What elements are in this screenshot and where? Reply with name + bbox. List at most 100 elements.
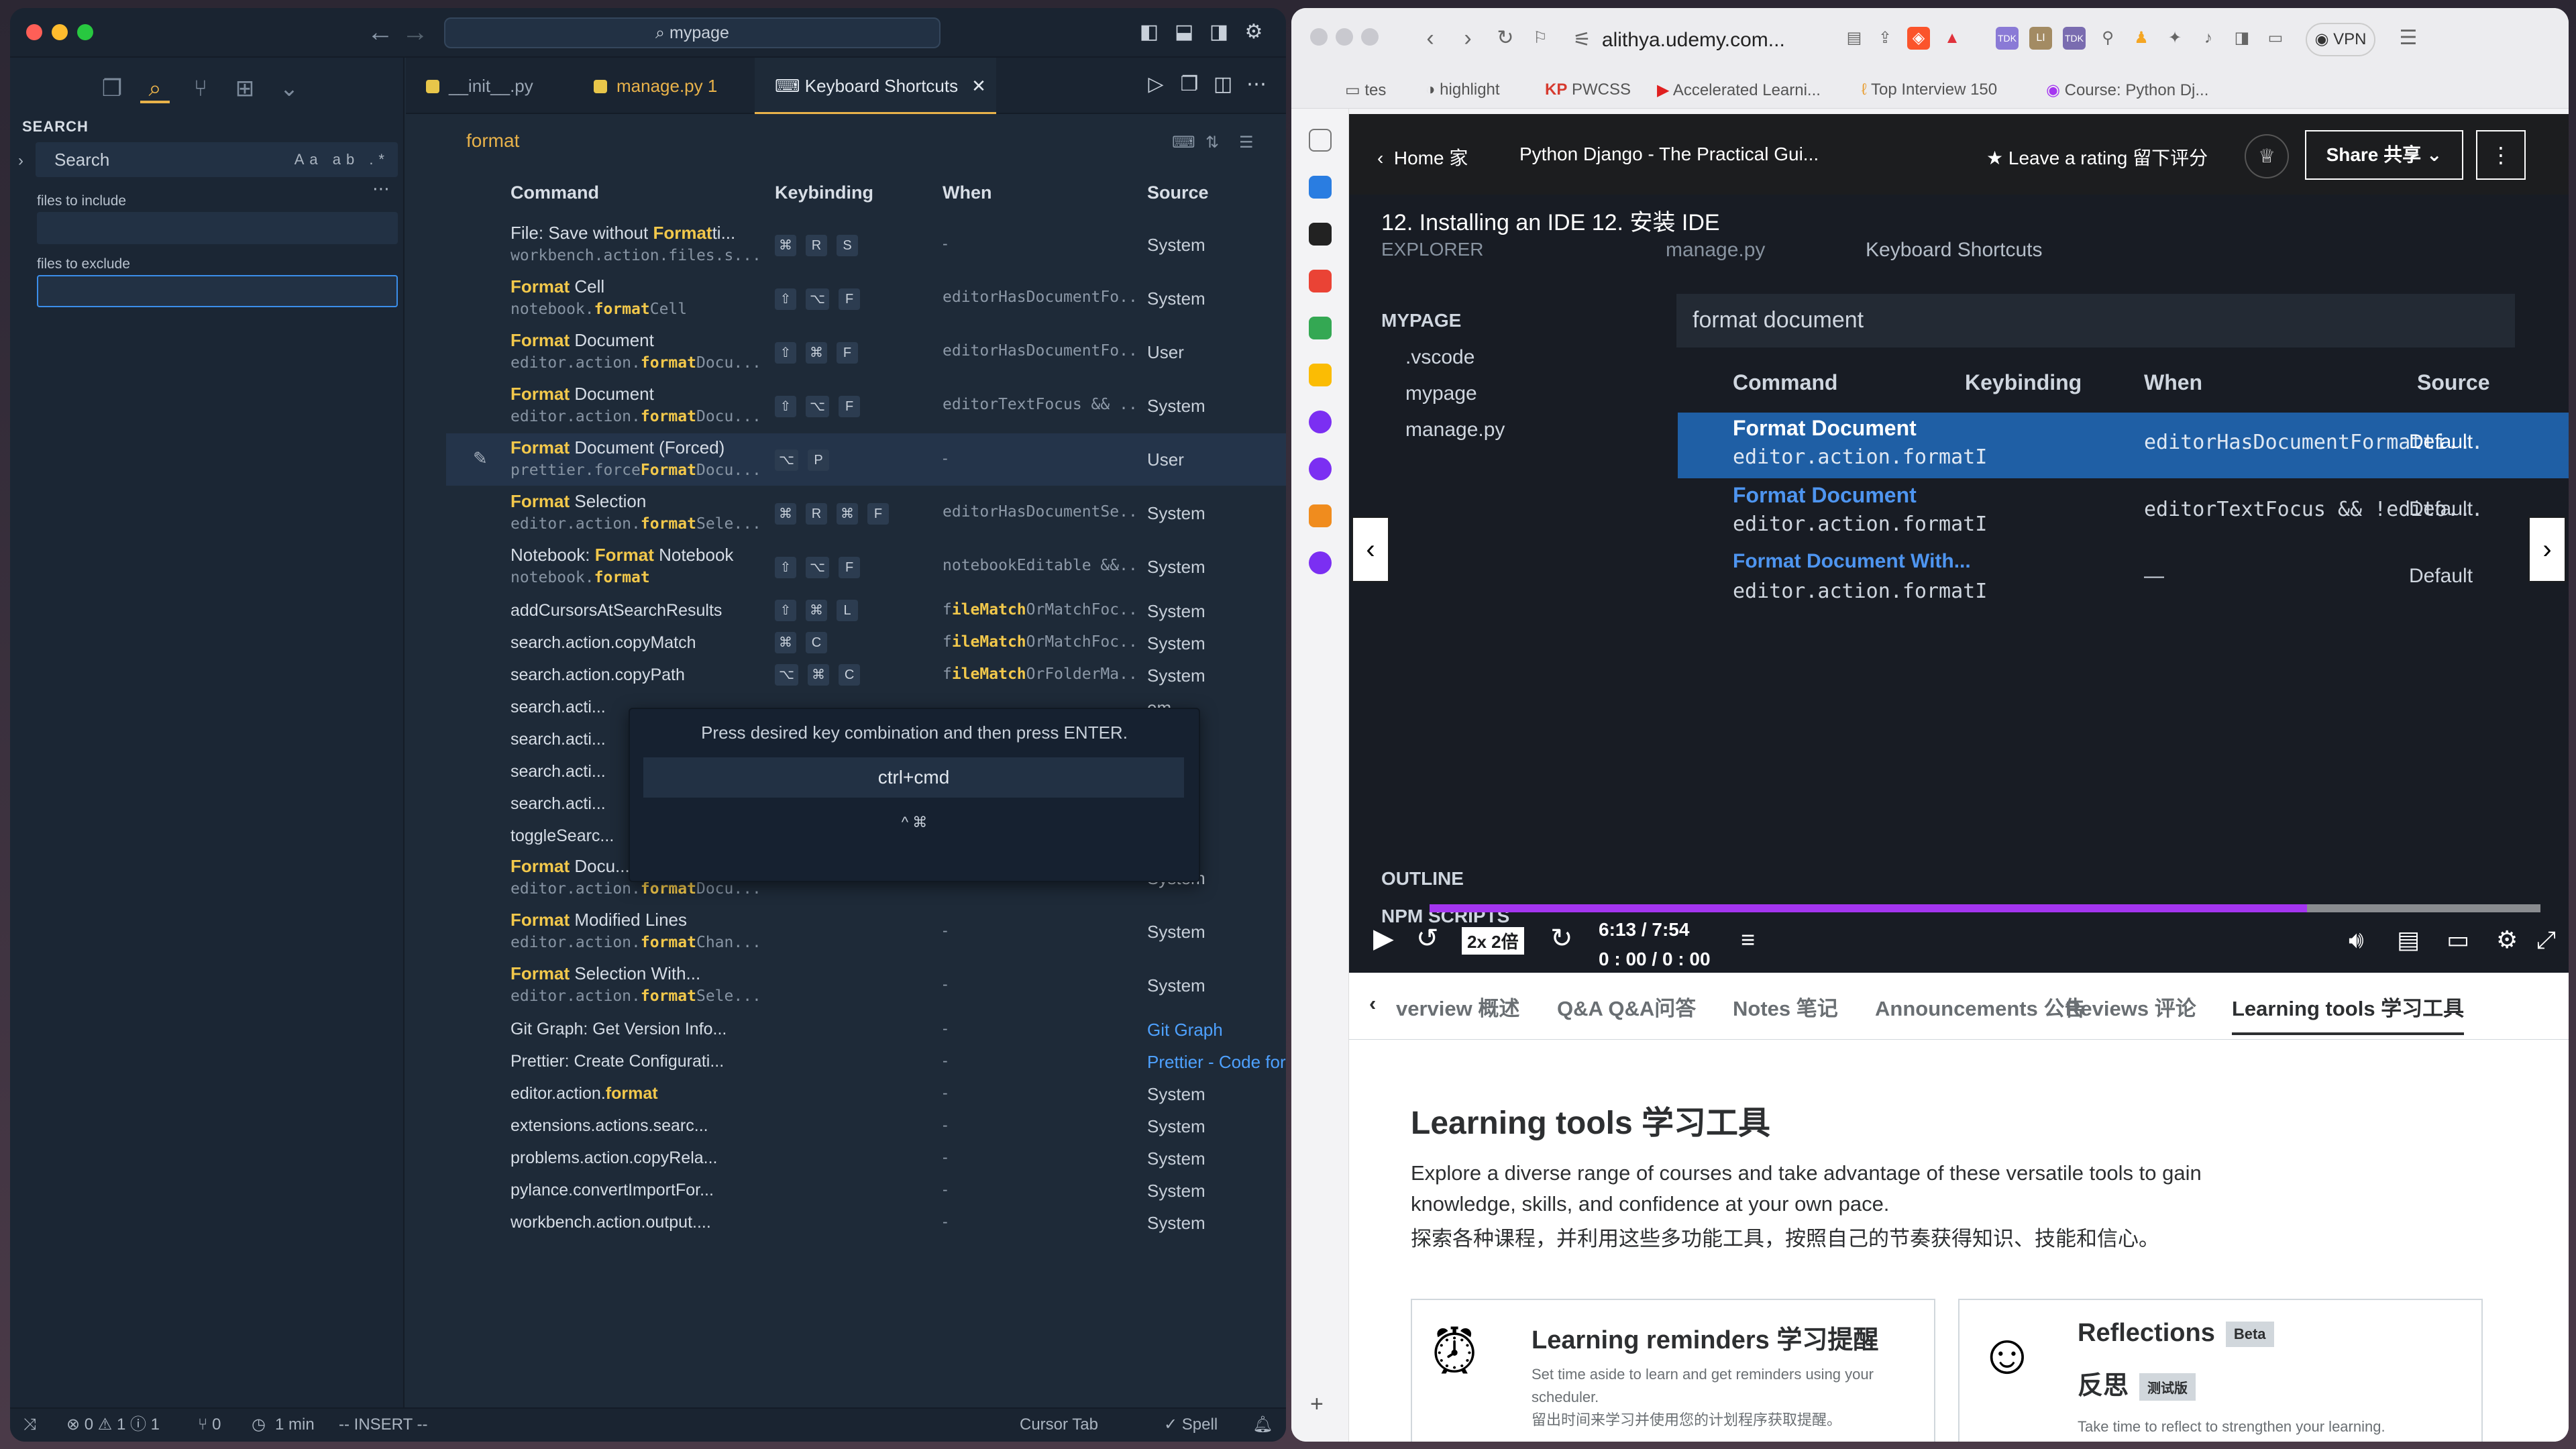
table-row[interactable]: Format Selection editor.action.formatSele… [446, 487, 1286, 539]
address-bar[interactable]: ⚟ alithya.udemy.com... [1573, 20, 1855, 60]
rating-link[interactable]: ★ Leave a rating 留下评分 [1986, 144, 2208, 170]
share-button[interactable]: Share 共享 ⌄ [2305, 130, 2463, 180]
table-row[interactable]: Format Document editor.action.formatDocu.… [446, 380, 1286, 432]
table-row[interactable]: Format Document editor.action.formatDocu.… [446, 326, 1286, 378]
problems-status[interactable]: ⊗ 0 ⚠ 1 ⓘ 1 [66, 1409, 160, 1441]
table-row[interactable]: workbench.action.output.... - System [446, 1206, 1286, 1238]
settings-gear-icon[interactable]: ⚙ [2496, 926, 2518, 954]
tab-keyboard-shortcuts[interactable]: ⌨ Keyboard Shortcuts ✕ [755, 58, 996, 114]
table-row[interactable]: editor.action.format - System [446, 1077, 1286, 1110]
time-status[interactable]: 1 min [275, 1409, 315, 1441]
chevron-right-icon[interactable]: › [18, 152, 23, 170]
speed-button[interactable]: 2x 2倍 [1462, 927, 1524, 955]
sidebar-app-icon[interactable] [1309, 317, 1332, 339]
toggle-secondary-sidebar-icon[interactable]: ◨ [1207, 20, 1231, 44]
home-link[interactable]: ‹ Home 家 [1377, 144, 1468, 170]
extension-icon[interactable]: ⚲ [2096, 27, 2119, 50]
bookmark-item[interactable]: ◉ Course: Python Dj... [2046, 80, 2208, 100]
table-row[interactable]: Format Modified Lines editor.action.forma… [446, 906, 1286, 958]
site-settings-icon[interactable]: ⚟ [1573, 29, 1591, 51]
sidebar-app-icon[interactable] [1309, 551, 1332, 574]
source-control-icon[interactable]: ⑂ [186, 74, 215, 103]
reader-icon[interactable]: ▤ [1843, 27, 1866, 50]
keybinding-search-query[interactable]: format [466, 130, 519, 152]
trophy-icon[interactable]: ♕ [2245, 134, 2289, 178]
extension-icon[interactable]: ♟ [2130, 27, 2153, 50]
tab-learning-tools[interactable]: Learning tools 学习工具 [2232, 991, 2465, 1035]
share-icon[interactable]: ⇪ [1874, 27, 1896, 50]
bookmark-folder[interactable]: ▭ tes [1345, 80, 1386, 100]
close-window-button[interactable] [26, 24, 42, 40]
ports-status[interactable]: ⑂ 0 [198, 1409, 221, 1441]
notes-icon[interactable]: ▤ [2397, 926, 2420, 954]
edit-pencil-icon[interactable]: ✎ [473, 448, 488, 469]
table-row[interactable]: pylance.convertImportFor... - System [446, 1174, 1286, 1206]
video-frame[interactable]: 12. Installing an IDE 12. 安装 IDE EXPLORE… [1349, 195, 2569, 973]
open-json-icon[interactable]: ❐ [1177, 72, 1201, 97]
sidebar-app-icon[interactable] [1309, 223, 1332, 246]
back-icon[interactable]: ‹ [1419, 27, 1442, 50]
table-row[interactable]: search.action.copyMatch ⌘ CfileMatchOrMatc… [446, 627, 1286, 659]
run-icon[interactable]: ▷ [1144, 72, 1168, 97]
remote-icon[interactable]: ⤨ [23, 1409, 36, 1441]
search-input[interactable]: Search Aa ab .* [36, 142, 398, 177]
close-window-button[interactable] [1310, 28, 1328, 46]
tab-init[interactable]: __init__.py [406, 58, 574, 114]
table-row[interactable]: extensions.actions.searc... - System [446, 1110, 1286, 1142]
files-exclude-input[interactable] [37, 275, 398, 307]
learning-reminders-card[interactable]: ⏰︎ Learning reminders 学习提醒 Set time asid… [1411, 1299, 1935, 1442]
reflections-card[interactable]: ☺ Reflections Beta 反思 测试版 Take time to ref… [1958, 1299, 2483, 1442]
extension-icon[interactable]: TDK [2063, 27, 2086, 50]
sidebar-app-icon[interactable] [1309, 176, 1332, 199]
split-editor-icon[interactable]: ◫ [1211, 72, 1235, 97]
brave-shield-icon[interactable]: ◈ [1907, 27, 1930, 50]
rewind-icon[interactable]: ↺ [1416, 923, 1439, 954]
back-arrow-icon[interactable]: ← [367, 17, 394, 48]
music-icon[interactable]: ♪ [2197, 27, 2220, 50]
extensions-puzzle-icon[interactable]: ✦ [2163, 27, 2186, 50]
bookmark-app-icon[interactable] [1309, 504, 1332, 527]
files-include-input[interactable] [37, 212, 398, 244]
command-center[interactable]: ⌕ mypage [444, 17, 941, 48]
extension-icon[interactable]: TDK [1996, 27, 2019, 50]
forward-arrow-icon[interactable]: → [402, 17, 429, 48]
toggle-sidebar-icon[interactable]: ◧ [1137, 20, 1161, 44]
chevron-down-icon[interactable]: ⌄ [274, 74, 304, 103]
sidebar-app-icon[interactable] [1309, 458, 1332, 480]
bookmark-icon[interactable]: ⚐ [1529, 27, 1552, 50]
minimize-window-button[interactable] [52, 24, 68, 40]
table-row[interactable]: addCursorsAtSearchResults ⇧ ⌘ LfileMatchOrM… [446, 594, 1286, 627]
add-panel-icon[interactable]: + [1310, 1391, 1324, 1417]
cursor-tab-status[interactable]: Cursor Tab [1020, 1409, 1098, 1441]
close-tab-icon[interactable]: ✕ [971, 76, 986, 96]
tab-overview[interactable]: verview 概述 [1396, 991, 1519, 1022]
bookmark-item[interactable]: KP PWCSS [1545, 80, 1631, 99]
tab-qa[interactable]: Q&A Q&A问答 [1557, 991, 1696, 1022]
extension-icon[interactable]: LI [2029, 27, 2052, 50]
toggle-panel-icon[interactable]: ⬓ [1172, 20, 1196, 44]
extensions-icon[interactable]: ⊞ [230, 74, 260, 103]
search-icon[interactable]: ⌕ [140, 74, 170, 103]
tab-announcements[interactable]: Announcements 公告 [1875, 991, 2085, 1022]
drive-icon[interactable] [1309, 364, 1332, 386]
zoom-window-button[interactable] [1361, 28, 1379, 46]
table-row[interactable]: Notebook: Format Notebook notebook.format… [446, 541, 1286, 593]
more-actions-icon[interactable]: ⋯ [1244, 72, 1269, 97]
bookmark-item[interactable]: ◑ highlight [1426, 80, 1500, 99]
play-icon[interactable]: ▶ [1373, 923, 1394, 954]
rewards-icon[interactable]: ▲ [1941, 27, 1964, 50]
captions-icon[interactable]: ▭ [2447, 926, 2469, 954]
explorer-icon[interactable]: ❐ [97, 74, 127, 103]
gmail-icon[interactable] [1309, 270, 1332, 292]
sort-precedence-icon[interactable]: ⇅ [1205, 133, 1219, 152]
table-row[interactable]: Format Cell notebook.formatCell ⇧ ⌥ FeditorH… [446, 272, 1286, 325]
next-lecture-button[interactable]: › [2528, 517, 2566, 582]
table-row[interactable]: ✎ Format Document (Forced) prettier.forceF… [446, 433, 1286, 486]
menu-icon[interactable]: ☰ [2397, 27, 2420, 50]
bookmark-item[interactable]: ▶ Accelerated Learni... [1657, 80, 1821, 100]
vpn-button[interactable]: ◉ VPN [2306, 23, 2375, 56]
previous-lecture-button[interactable]: ‹ [1352, 517, 1389, 582]
record-keys-icon[interactable]: ⌨ [1172, 133, 1195, 152]
sidebar-icon[interactable]: ◨ [2231, 27, 2253, 50]
transcript-icon[interactable]: ≡ [1741, 926, 1755, 954]
